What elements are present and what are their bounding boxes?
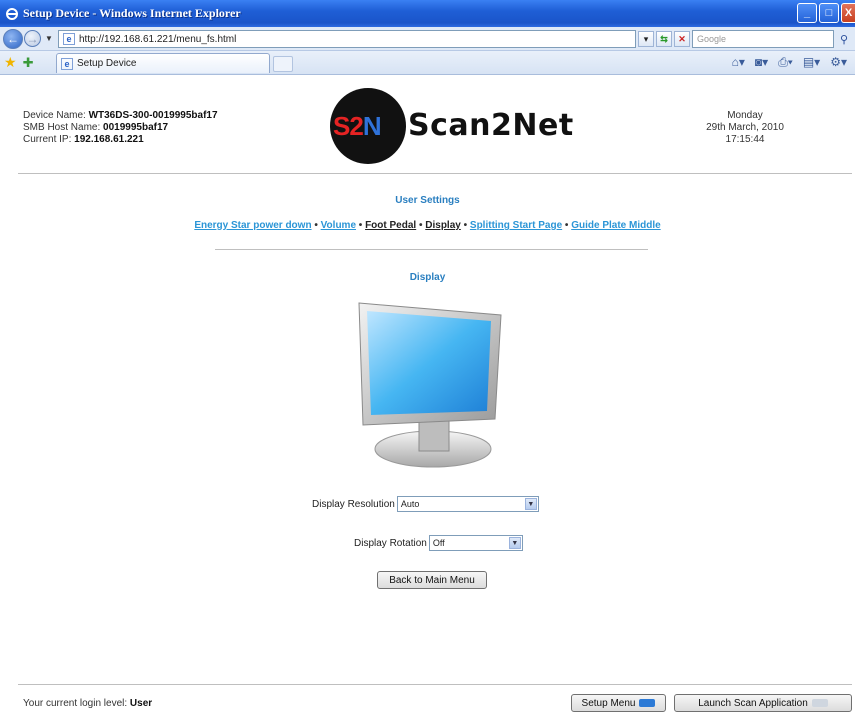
resolution-row: Display Resolution Auto ▼ <box>0 496 855 512</box>
search-icon[interactable]: ⚲ <box>836 31 852 47</box>
device-name-label: Device Name: <box>23 110 89 121</box>
print-icon[interactable]: ⎙▾ <box>778 55 793 70</box>
launch-scan-label: Launch Scan Application <box>698 697 808 709</box>
link-foot-pedal[interactable]: Foot Pedal <box>365 220 416 231</box>
settings-nav: Energy Star power down • Volume • Foot P… <box>194 220 661 231</box>
forward-button[interactable]: → <box>24 30 41 47</box>
smb-host-label: SMB Host Name: <box>23 122 104 133</box>
new-tab-button[interactable] <box>273 56 293 72</box>
setup-menu-label: Setup Menu <box>581 697 636 709</box>
forward-arrow-icon: → <box>26 31 39 46</box>
window-title: Setup Device - Windows Internet Explorer <box>23 6 241 20</box>
logo-mark: S2N <box>333 111 382 141</box>
login-level-value: User <box>129 698 153 709</box>
page-menu-icon[interactable]: ▤▾ <box>803 55 820 70</box>
time: 17:15:44 <box>725 134 765 145</box>
login-level-label: Your current login level: <box>23 698 130 709</box>
search-input[interactable]: Google <box>692 30 834 48</box>
date-time: Monday 29th March, 2010 17:15:44 <box>690 110 800 146</box>
history-dropdown-icon[interactable]: ▼ <box>45 34 53 43</box>
resolution-select[interactable]: Auto ▼ <box>396 496 539 512</box>
logo-wordmark: Scan2Net <box>408 108 574 143</box>
tab-bar: ★ ✚ e Setup Device ⌂▾ ◙▾ ⎙▾ ▤▾ ⚙▾ <box>0 51 855 75</box>
device-name-value: WT36DS-300-0019995baf17 <box>88 110 218 121</box>
device-info: Device Name: WT36DS-300-0019995baf17 SMB… <box>23 110 218 146</box>
ie-icon <box>6 7 18 20</box>
address-dropdown-icon[interactable]: ▾ <box>638 31 654 47</box>
tools-gear-icon[interactable]: ⚙▾ <box>830 55 847 70</box>
back-button[interactable]: ← <box>3 28 23 49</box>
subsection-title: Display <box>409 272 446 283</box>
add-favorites-icon[interactable]: ✚ <box>23 55 34 71</box>
day: Monday <box>727 110 763 121</box>
chevron-down-icon: ▼ <box>524 498 537 510</box>
address-toolbar: ← → ▼ e http://192.168.61.221/menu_fs.ht… <box>0 27 855 51</box>
link-energy-star[interactable]: Energy Star power down <box>194 220 311 231</box>
setup-menu-button[interactable]: Setup Menu <box>571 694 666 712</box>
current-ip-label: Current IP: <box>23 134 75 145</box>
divider <box>215 249 648 250</box>
link-volume[interactable]: Volume <box>321 220 356 231</box>
resolution-value: Auto <box>400 499 420 509</box>
rotation-row: Display Rotation Off ▼ <box>0 535 855 551</box>
tab-favicon-icon: e <box>61 57 73 70</box>
rotation-select[interactable]: Off ▼ <box>428 535 523 551</box>
chevron-down-icon: ▼ <box>508 537 521 549</box>
address-input[interactable]: e http://192.168.61.221/menu_fs.html <box>58 30 636 48</box>
rotation-value: Off <box>432 538 445 548</box>
divider <box>18 173 852 174</box>
login-level: Your current login level: User <box>23 698 152 709</box>
arrow-left-icon <box>639 699 656 707</box>
close-button[interactable]: X <box>841 3 855 23</box>
resolution-label: Display Resolution <box>312 498 395 510</box>
smb-host-value: 0019995baf17 <box>103 122 169 133</box>
date: 29th March, 2010 <box>706 122 784 133</box>
back-to-main-menu-button[interactable]: Back to Main Menu <box>377 571 487 589</box>
current-ip-value: 192.168.61.221 <box>74 134 144 145</box>
tab-setup-device[interactable]: e Setup Device <box>56 53 270 73</box>
launch-scan-application-button[interactable]: Launch Scan Application <box>674 694 852 712</box>
feeds-icon[interactable]: ◙▾ <box>755 55 768 70</box>
link-display[interactable]: Display <box>425 220 461 231</box>
rotation-label: Display Rotation <box>354 537 427 549</box>
scan2net-logo: S2N Scan2Net <box>330 88 573 164</box>
link-splitting-start-page[interactable]: Splitting Start Page <box>470 220 562 231</box>
divider <box>18 684 852 685</box>
back-arrow-icon: ← <box>7 31 19 46</box>
stop-icon[interactable]: ✕ <box>674 31 690 47</box>
link-guide-plate-middle[interactable]: Guide Plate Middle <box>571 220 660 231</box>
monitor-illustration <box>358 302 502 468</box>
favorites-star-icon[interactable]: ★ <box>4 54 17 71</box>
tab-title: Setup Device <box>77 58 137 69</box>
page-content: Device Name: WT36DS-300-0019995baf17 SMB… <box>0 76 855 716</box>
maximize-button[interactable]: □ <box>819 3 839 23</box>
minimize-button[interactable]: _ <box>797 3 817 23</box>
home-icon[interactable]: ⌂▾ <box>732 55 745 70</box>
refresh-icon[interactable]: ⇆ <box>656 31 672 47</box>
url-text: http://192.168.61.221/menu_fs.html <box>79 33 237 45</box>
page-favicon-icon: e <box>63 33 75 45</box>
window-titlebar: Setup Device - Windows Internet Explorer… <box>0 0 855 27</box>
arrow-right-icon <box>811 699 828 707</box>
section-title: User Settings <box>395 195 460 206</box>
